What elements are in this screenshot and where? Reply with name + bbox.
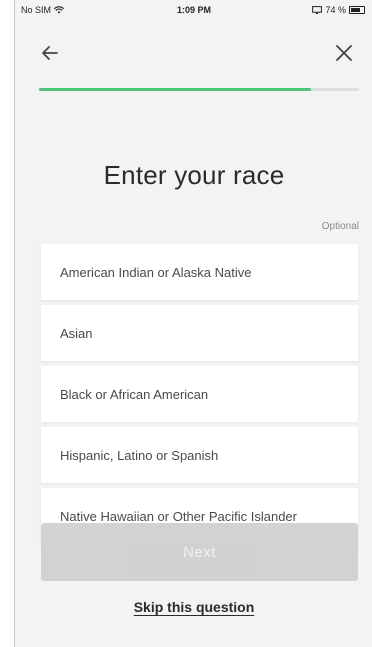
next-button[interactable]: Next bbox=[41, 523, 358, 581]
option-asian[interactable]: Asian bbox=[41, 305, 358, 361]
option-black-african-american[interactable]: Black or African American bbox=[41, 366, 358, 422]
skip-question-link[interactable]: Skip this question bbox=[15, 599, 372, 615]
optional-label: Optional bbox=[321, 221, 359, 232]
option-hispanic-latino-spanish[interactable]: Hispanic, Latino or Spanish bbox=[41, 427, 358, 483]
status-right: 74 % bbox=[312, 5, 365, 15]
close-icon[interactable] bbox=[331, 40, 357, 66]
app-screen: No SIM 1:09 PM 74 % Enter your race Opti… bbox=[14, 0, 372, 647]
nav-bar bbox=[15, 36, 372, 72]
arrow-left-icon[interactable] bbox=[37, 40, 63, 66]
option-label: Hispanic, Latino or Spanish bbox=[60, 447, 219, 463]
option-american-indian-alaska-native[interactable]: American Indian or Alaska Native bbox=[41, 244, 358, 300]
progress-fill bbox=[39, 88, 311, 91]
battery-icon bbox=[349, 6, 365, 14]
option-label: Asian bbox=[60, 325, 93, 341]
option-label: Native Hawaiian or Other Pacific Islande… bbox=[60, 508, 297, 524]
progress-bar bbox=[39, 88, 359, 91]
race-options-list: American Indian or Alaska Native Asian B… bbox=[41, 244, 358, 549]
battery-level bbox=[351, 8, 360, 12]
status-bar: No SIM 1:09 PM 74 % bbox=[15, 0, 372, 22]
screen-mirroring-icon bbox=[312, 6, 323, 14]
battery-percent: 74 % bbox=[325, 5, 346, 15]
option-label: Black or African American bbox=[60, 386, 209, 402]
page-title: Enter your race bbox=[103, 160, 285, 190]
option-label: American Indian or Alaska Native bbox=[60, 264, 252, 280]
